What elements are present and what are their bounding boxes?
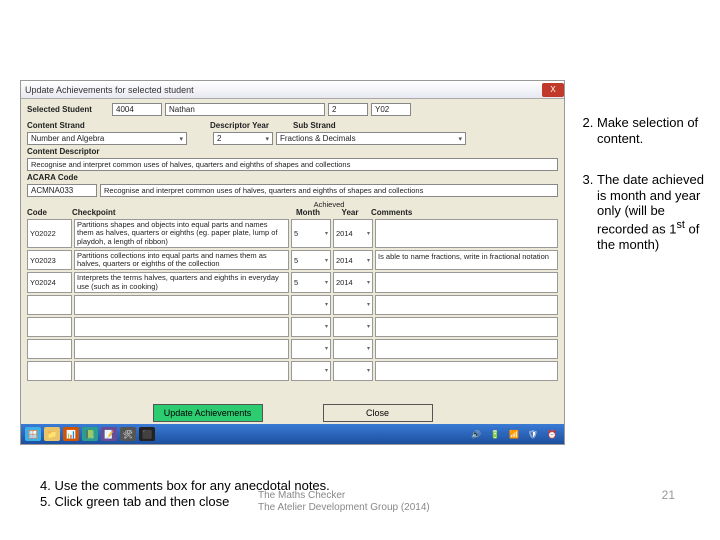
note-3: The date achieved is month and year only… [597,172,711,252]
button-bar: Update Achievements Close [21,404,564,422]
table-row [27,339,558,359]
table-row [27,317,558,337]
table-row: Y02024 Interprets the terms halves, quar… [27,272,558,293]
window-titlebar: Update Achievements for selected student… [21,81,564,99]
explorer-icon[interactable]: 📁 [44,427,60,441]
update-achievements-button[interactable]: Update Achievements [153,404,263,422]
row-year-select[interactable] [333,295,373,315]
row-year-select[interactable]: 2014 [333,272,373,293]
content-descriptor-label: Content Descriptor [27,147,117,156]
note-2: Make selection of content. [597,115,711,146]
content-strand-select[interactable]: Number and Algebra [27,132,187,145]
row-year-select[interactable]: 2014 [333,250,373,271]
row-comments-input[interactable]: Is able to name fractions, write in frac… [375,250,558,271]
row-checkpoint: Partitions collections into equal parts … [74,250,289,271]
app-window: Update Achievements for selected student… [20,80,565,445]
col-month: Month [287,208,329,217]
sub-strand-label: Sub Strand [293,121,345,130]
app-icon[interactable]: ⬛ [139,427,155,441]
page-number: 21 [662,488,675,502]
footer-credit: The Maths Checker The Atelier Developmen… [258,490,483,514]
descriptor-year-select[interactable]: 2 [213,132,273,145]
clock-icon[interactable]: ⏰ [544,427,560,441]
acara-code-label: ACARA Code [27,173,97,182]
row-year-select[interactable] [333,339,373,359]
row-code [27,361,72,381]
row-month-select[interactable] [291,361,331,381]
volume-icon[interactable]: 🔊 [468,427,484,441]
shield-icon[interactable]: 🛡 [525,427,541,441]
descriptor-year-label: Descriptor Year [210,121,282,130]
row-year-select[interactable]: 2014 [333,219,373,248]
row-comments-input[interactable] [375,219,558,248]
row-checkpoint [74,317,289,337]
content-descriptor-select[interactable]: Recognise and interpret common uses of h… [27,158,558,171]
col-code: Code [27,208,72,217]
col-year: Year [329,208,371,217]
row-month-select[interactable]: 5 [291,272,331,293]
row-code [27,317,72,337]
selected-student-label: Selected Student [27,105,109,114]
row-checkpoint [74,295,289,315]
row-checkpoint [74,361,289,381]
dialog-body: Selected Student 4004 Nathan 2 Y02 Conte… [21,99,564,387]
row-comments-input[interactable] [375,361,558,381]
os-taskbar: 🪟 📁 📊 📗 📝 🛠 ⬛ 🔊 🔋 📶 🛡 ⏰ [21,424,564,444]
table-row [27,361,558,381]
powerpoint-icon[interactable]: 📊 [63,427,79,441]
row-month-select[interactable]: 5 [291,219,331,248]
network-icon[interactable]: 📶 [506,427,522,441]
row-year-select[interactable] [333,361,373,381]
row-checkpoint [74,339,289,359]
word-icon[interactable]: 📝 [101,427,117,441]
row-comments-input[interactable] [375,317,558,337]
student-name-field[interactable]: Nathan [165,103,325,116]
taskbar-apps: 🪟 📁 📊 📗 📝 🛠 ⬛ [25,427,155,441]
table-row: Y02023 Partitions collections into equal… [27,250,558,271]
window-title: Update Achievements for selected student [25,85,194,95]
row-code: Y02022 [27,219,72,248]
row-month-select[interactable] [291,317,331,337]
row-comments-input[interactable] [375,339,558,359]
student-grade-field[interactable]: 2 [328,103,368,116]
table-row: Y02022 Partitions shapes and objects int… [27,219,558,248]
col-checkpoint: Checkpoint [72,208,287,217]
row-code: Y02024 [27,272,72,293]
student-year-field[interactable]: Y02 [371,103,411,116]
row-month-select[interactable]: 5 [291,250,331,271]
row-comments-input[interactable] [375,272,558,293]
content-strand-label: Content Strand [27,121,109,130]
row-code: Y02023 [27,250,72,271]
app-icon[interactable]: 🛠 [120,427,136,441]
acara-code-field[interactable]: ACMNA033 [27,184,97,197]
window-close-button[interactable]: X [542,83,564,97]
excel-icon[interactable]: 📗 [82,427,98,441]
table-row [27,295,558,315]
checkpoints-table: Achieved Code Checkpoint Month Year Comm… [27,200,558,381]
row-code [27,295,72,315]
row-month-select[interactable] [291,295,331,315]
taskbar-tray: 🔊 🔋 📶 🛡 ⏰ [468,427,560,441]
battery-icon[interactable]: 🔋 [487,427,503,441]
row-checkpoint: Interprets the terms halves, quarters an… [74,272,289,293]
student-id-field[interactable]: 4004 [112,103,162,116]
row-code [27,339,72,359]
start-icon[interactable]: 🪟 [25,427,41,441]
row-checkpoint: Partitions shapes and objects into equal… [74,219,289,248]
col-comments: Comments [371,208,558,217]
row-month-select[interactable] [291,339,331,359]
acara-text-field[interactable]: Recognise and interpret common uses of h… [100,184,558,197]
row-year-select[interactable] [333,317,373,337]
close-button[interactable]: Close [323,404,433,422]
row-comments-input[interactable] [375,295,558,315]
sub-strand-select[interactable]: Fractions & Decimals [276,132,466,145]
instruction-notes-side: Make selection of content. The date achi… [575,115,711,278]
